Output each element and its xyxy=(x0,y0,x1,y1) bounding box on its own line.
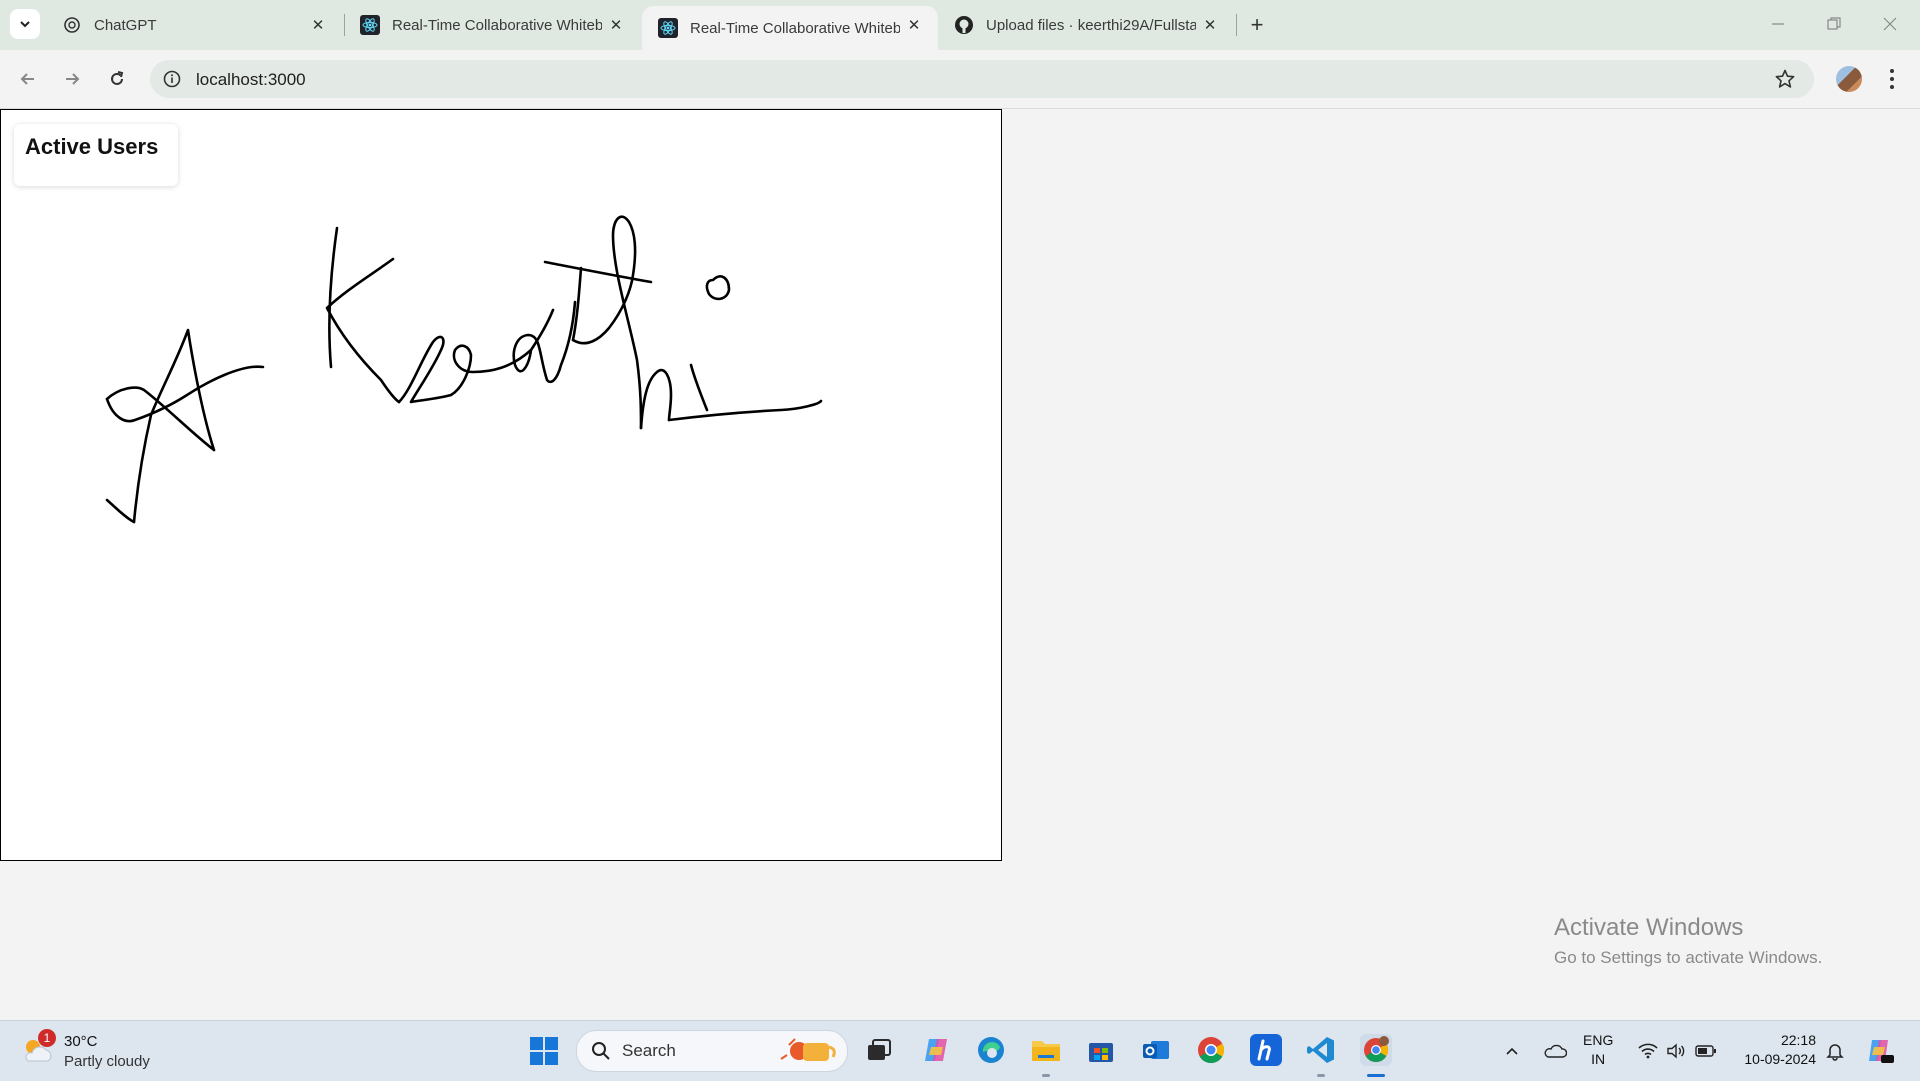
copilot-icon[interactable] xyxy=(920,1034,952,1066)
minimize-button[interactable] xyxy=(1758,10,1798,38)
system-clock[interactable]: 22:18 10-09-2024 xyxy=(1736,1031,1816,1069)
active-users-panel: Active Users xyxy=(14,124,178,186)
tab-title: Real-Time Collaborative Whiteb xyxy=(690,19,900,37)
region-code: IN xyxy=(1591,1051,1606,1067)
tab-divider xyxy=(1236,14,1237,36)
close-window-button[interactable] xyxy=(1870,10,1910,38)
search-icon xyxy=(591,1041,611,1061)
tab-github-upload[interactable]: Upload files · keerthi29A/Fullsta ✕ xyxy=(938,6,1234,44)
battery-icon[interactable] xyxy=(1694,1036,1718,1066)
new-tab-button[interactable]: + xyxy=(1243,12,1271,38)
chatgpt-icon xyxy=(62,15,82,35)
vscode-icon[interactable] xyxy=(1305,1034,1337,1066)
language-indicator[interactable]: ENG IN xyxy=(1583,1031,1613,1069)
profile-avatar[interactable] xyxy=(1836,66,1862,92)
weather-widget[interactable]: 1 30°C Partly cloudy xyxy=(20,1029,170,1073)
close-icon[interactable]: ✕ xyxy=(1200,15,1220,35)
file-explorer-icon[interactable] xyxy=(1030,1034,1062,1066)
tab-whiteboard-2[interactable]: Real-Time Collaborative Whiteb ✕ xyxy=(642,6,938,50)
freehand-drawing xyxy=(105,215,823,524)
windows-logo-icon xyxy=(530,1037,558,1065)
volume-icon[interactable] xyxy=(1664,1036,1688,1066)
chrome-profile-icon[interactable] xyxy=(1360,1034,1392,1066)
restore-icon xyxy=(1827,17,1841,30)
weather-temperature: 30°C xyxy=(64,1033,98,1050)
arrow-left-icon xyxy=(20,73,34,85)
microsoft-store-icon[interactable] xyxy=(1085,1034,1117,1066)
arrow-right-icon xyxy=(66,73,80,85)
reload-icon xyxy=(111,71,124,85)
h-app-icon[interactable] xyxy=(1250,1034,1282,1066)
back-button[interactable] xyxy=(12,63,44,95)
outlook-icon[interactable] xyxy=(1140,1034,1172,1066)
tab-title: Real-Time Collaborative Whiteb xyxy=(392,16,602,34)
notification-bell-icon[interactable] xyxy=(1822,1036,1848,1066)
whiteboard-canvas[interactable] xyxy=(0,109,1002,861)
browser-menu-button[interactable] xyxy=(1882,64,1902,94)
activation-watermark: Activate Windows Go to Settings to activ… xyxy=(1554,914,1822,968)
wifi-icon[interactable] xyxy=(1636,1036,1660,1066)
show-hidden-icons[interactable] xyxy=(1500,1036,1524,1066)
close-icon xyxy=(1883,17,1897,31)
search-highlight-icon xyxy=(779,1035,841,1067)
close-icon[interactable]: ✕ xyxy=(904,15,924,35)
search-label: Search xyxy=(622,1041,676,1060)
url-text: localhost:3000 xyxy=(196,70,306,89)
tab-title: ChatGPT xyxy=(94,16,157,34)
watermark-subtitle: Go to Settings to activate Windows. xyxy=(1554,948,1823,967)
site-info-icon[interactable] xyxy=(162,69,182,89)
start-button[interactable] xyxy=(529,1036,559,1066)
tab-title: Upload files · keerthi29A/Fullsta xyxy=(986,16,1196,34)
active-app-indicator xyxy=(1367,1074,1385,1077)
running-indicator xyxy=(1317,1074,1325,1077)
react-icon xyxy=(360,15,380,35)
language-code: ENG xyxy=(1583,1032,1614,1048)
github-icon xyxy=(954,15,974,35)
bookmark-star-icon[interactable] xyxy=(1774,68,1796,90)
active-users-heading: Active Users xyxy=(25,134,159,159)
taskbar-search[interactable]: Search xyxy=(576,1030,848,1072)
chevron-up-icon xyxy=(1506,1047,1518,1055)
weather-condition: Partly cloudy xyxy=(64,1053,150,1070)
onedrive-icon[interactable] xyxy=(1540,1036,1570,1066)
react-icon xyxy=(658,18,678,38)
browser-toolbar: localhost:3000 xyxy=(0,50,1920,109)
reload-button[interactable] xyxy=(101,63,133,95)
edge-browser-icon[interactable] xyxy=(975,1034,1007,1066)
running-indicator xyxy=(1042,1074,1050,1077)
minimize-icon xyxy=(1772,23,1784,25)
task-view-icon[interactable] xyxy=(863,1034,895,1066)
tab-strip: ChatGPT ✕ Real-Time Collaborative Whiteb… xyxy=(0,0,1920,50)
close-icon[interactable]: ✕ xyxy=(606,15,626,35)
clock-date: 10-09-2024 xyxy=(1744,1051,1816,1067)
notification-badge: 1 xyxy=(38,1029,56,1047)
clock-time: 22:18 xyxy=(1780,1032,1816,1048)
copilot-preview-icon[interactable] xyxy=(1862,1036,1898,1066)
tab-whiteboard-1[interactable]: Real-Time Collaborative Whiteb ✕ xyxy=(344,6,640,44)
tab-search-button[interactable] xyxy=(10,9,40,39)
forward-button[interactable] xyxy=(56,63,88,95)
close-icon[interactable]: ✕ xyxy=(308,15,328,35)
taskbar: 1 30°C Partly cloudy Search ENG IN 22:18… xyxy=(0,1020,1920,1081)
restore-button[interactable] xyxy=(1814,10,1854,38)
chrome-icon[interactable] xyxy=(1195,1034,1227,1066)
tab-chatgpt[interactable]: ChatGPT ✕ xyxy=(46,6,342,44)
chevron-down-icon xyxy=(20,21,30,28)
address-bar[interactable]: localhost:3000 xyxy=(150,60,1814,98)
watermark-title: Activate Windows xyxy=(1554,914,1744,941)
